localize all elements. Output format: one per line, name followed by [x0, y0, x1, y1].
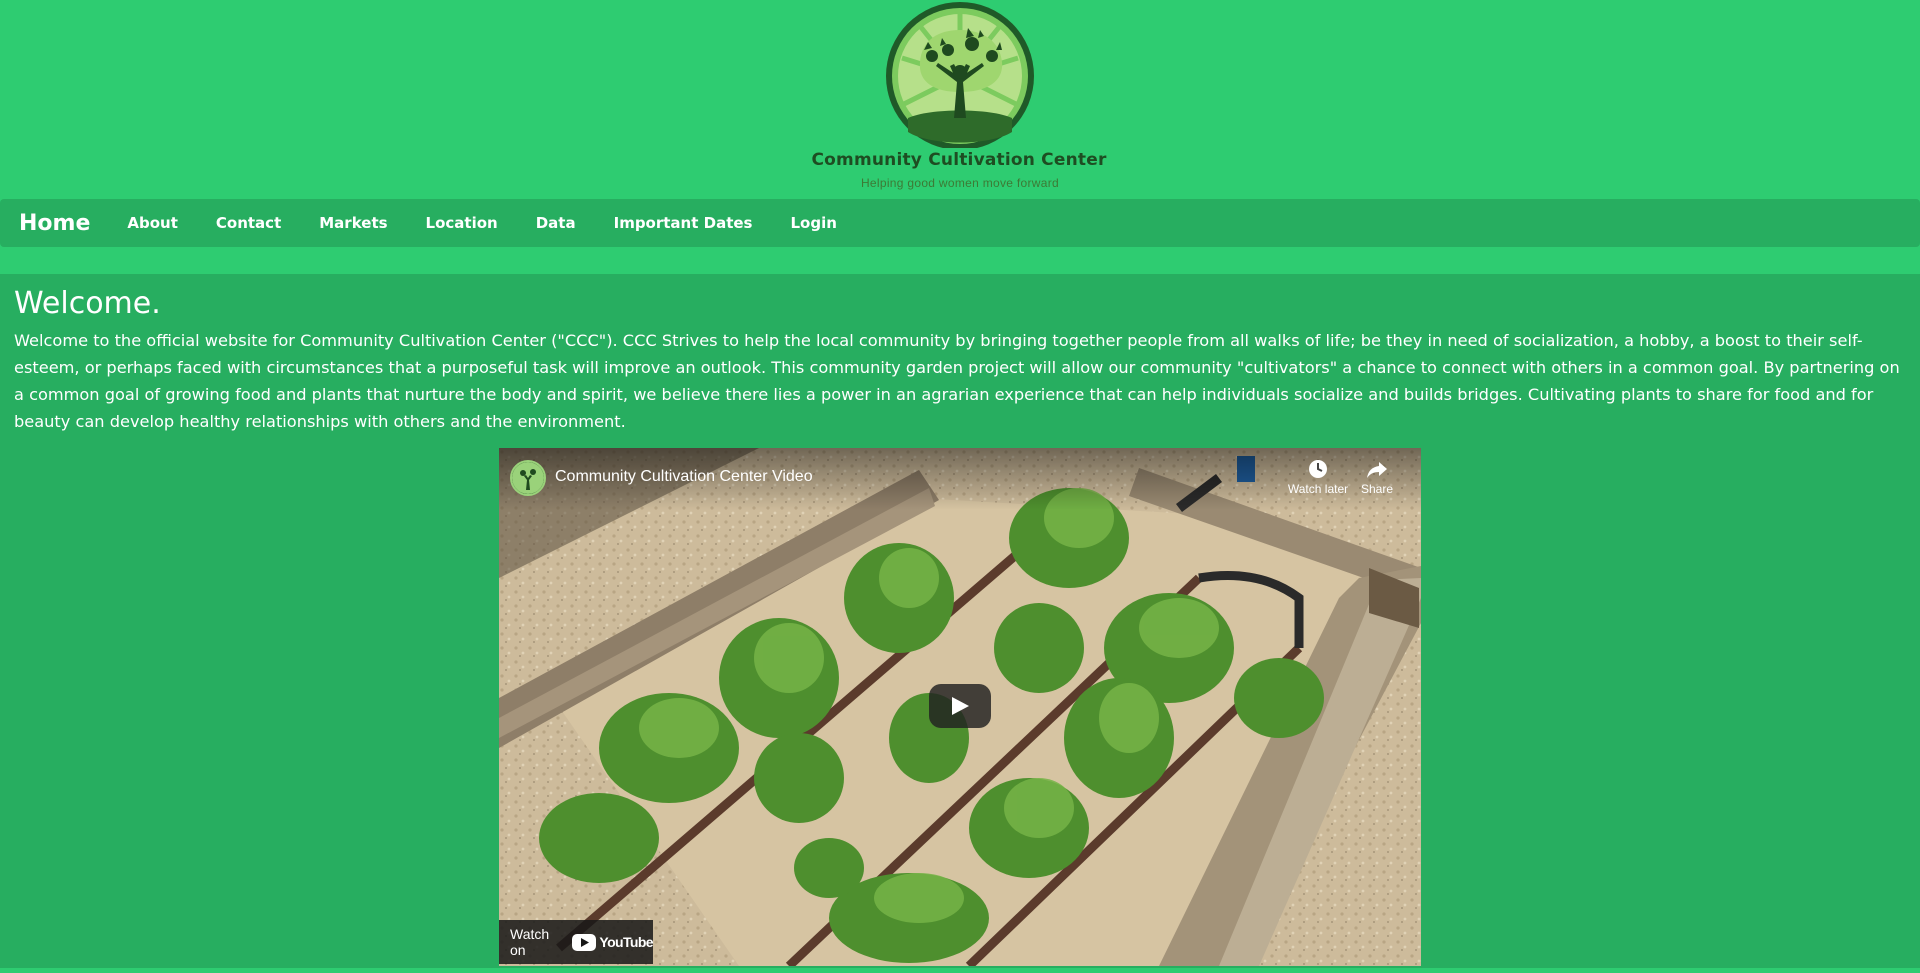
nav-home-link[interactable]: Home [19, 211, 90, 236]
youtube-logo: YouTube [572, 933, 654, 951]
channel-avatar[interactable] [510, 460, 546, 496]
share-button[interactable]: Share [1342, 458, 1412, 496]
play-icon [952, 697, 969, 715]
page-title: Welcome. [14, 286, 161, 321]
youtube-video-embed[interactable]: Community Cultivation Center Video Watch… [499, 448, 1421, 966]
channel-avatar-icon [512, 462, 544, 494]
nav-item-important-dates[interactable]: Important Dates [614, 214, 753, 232]
site-header: Community Cultivation Center Helping goo… [0, 0, 1920, 198]
nav-item-about[interactable]: About [127, 214, 178, 232]
logo-name: Community Cultivation Center [811, 150, 1107, 170]
main-navbar: Home About Contact Markets Location Data… [0, 199, 1920, 247]
nav-item-data[interactable]: Data [536, 214, 576, 232]
clock-icon [1309, 460, 1327, 478]
share-label: Share [1360, 482, 1394, 496]
nav-item-markets[interactable]: Markets [319, 214, 387, 232]
welcome-paragraph: Welcome to the official website for Comm… [14, 331, 1900, 431]
site-logo[interactable]: Community Cultivation Center Helping goo… [0, 0, 1920, 198]
logo-tree-icon [886, 2, 1034, 148]
watch-on-youtube-button[interactable]: Watch on YouTube [499, 920, 654, 964]
nav-item-login[interactable]: Login [790, 214, 836, 232]
watch-on-label: Watch on [510, 926, 550, 958]
nav-item-location[interactable]: Location [426, 214, 498, 232]
watch-later-label: Watch later [1287, 482, 1349, 496]
play-button[interactable] [929, 684, 991, 728]
video-title[interactable]: Community Cultivation Center Video [555, 468, 813, 486]
share-arrow-icon [1367, 462, 1387, 478]
nav-item-contact[interactable]: Contact [216, 214, 281, 232]
youtube-logo-icon [572, 933, 597, 951]
youtube-logo-text: YouTube [599, 934, 653, 950]
logo-tagline: Helping good women move forward [860, 176, 1060, 190]
